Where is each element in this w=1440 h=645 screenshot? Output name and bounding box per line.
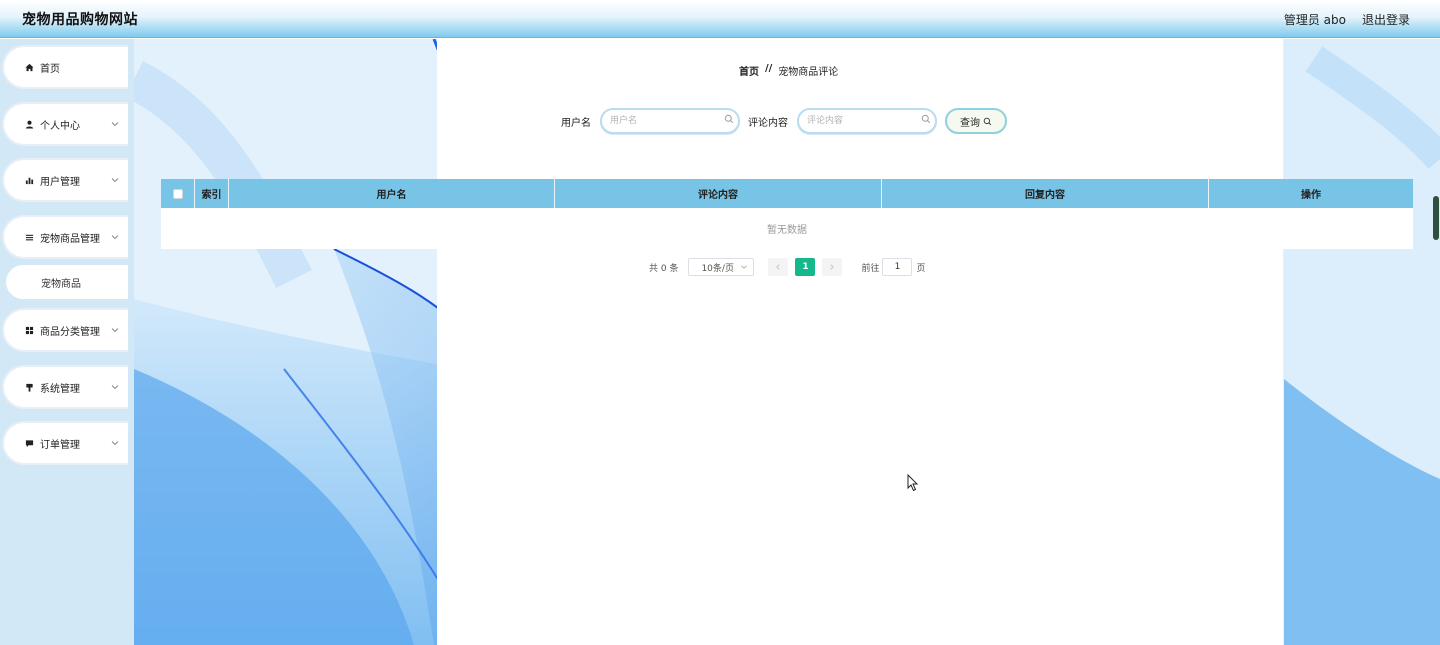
comment-label: 评论内容: [748, 118, 788, 129]
chevron-down-icon: [111, 122, 119, 127]
prev-page-button[interactable]: [768, 258, 789, 276]
page-size-select[interactable]: 10条/页: [688, 258, 755, 276]
logout-link[interactable]: 退出登录: [1362, 11, 1410, 28]
search-icon: [983, 117, 992, 125]
sidebar-item-user-management[interactable]: 用户管理: [2, 158, 128, 202]
search-icon: [921, 114, 931, 124]
column-header-index: 索引: [195, 179, 229, 208]
current-user-label[interactable]: 管理员 abo: [1284, 11, 1346, 28]
column-header-comment: 评论内容: [555, 179, 882, 208]
sidebar-item-label: 首页: [40, 63, 60, 75]
mouse-cursor-icon: [907, 474, 919, 492]
comments-table: 索引 用户名 评论内容 回复内容 操作 暂无数据: [161, 179, 1413, 249]
column-header-actions: 操作: [1301, 190, 1321, 201]
select-all-cell: [161, 179, 195, 208]
chevron-down-icon: [111, 441, 119, 446]
column-header-username: 用户名: [229, 179, 555, 208]
sidebar-item-label: 个人中心: [40, 120, 80, 132]
chevron-down-icon: [111, 235, 119, 240]
home-icon: [24, 62, 34, 72]
query-button[interactable]: 查询: [945, 108, 1007, 134]
sidebar-item-label: 宠物商品管理: [40, 233, 100, 245]
search-icon: [724, 114, 734, 124]
sidebar-item-home[interactable]: 首页: [2, 45, 128, 89]
chevron-down-icon: [111, 178, 119, 183]
chevron-down-icon: [111, 385, 119, 390]
bar-chart-icon: [24, 175, 34, 185]
top-bar: 宠物用品购物网站 管理员 abo 退出登录: [0, 0, 1440, 38]
sidebar-item-category-management[interactable]: 商品分类管理: [2, 308, 128, 352]
next-page-button[interactable]: [822, 258, 843, 276]
page-number-current[interactable]: 1: [795, 258, 816, 276]
username-label: 用户名: [561, 118, 591, 129]
comment-search-input[interactable]: [797, 108, 937, 134]
sidebar-subitem-pet-products[interactable]: 宠物商品: [6, 265, 128, 299]
user-icon: [24, 119, 34, 129]
scrollbar-thumb[interactable]: [1433, 196, 1439, 240]
sidebar-item-label: 用户管理: [40, 176, 80, 188]
top-right-nav: 管理员 abo 退出登录: [1284, 11, 1410, 28]
sidebar-item-personal-center[interactable]: 个人中心: [2, 102, 128, 146]
goto-label: 前往: [861, 263, 880, 274]
chevron-right-icon: [830, 264, 835, 270]
query-button-label: 查询: [960, 117, 980, 129]
sidebar-item-label: 系统管理: [40, 383, 80, 395]
chevron-down-icon: [111, 328, 119, 333]
goto-page-input[interactable]: [882, 258, 913, 276]
username-search-input[interactable]: [600, 108, 740, 134]
sidebar-item-label: 订单管理: [40, 439, 80, 451]
pagination: 共 0 条 10条/页 1 前往 页: [649, 258, 925, 276]
chevron-left-icon: [776, 264, 780, 270]
page-suffix-label: 页: [916, 263, 926, 274]
grid-icon: [24, 325, 34, 335]
pagination-total: 共 0 条: [649, 263, 679, 274]
sidebar-subitem-label: 宠物商品: [41, 278, 81, 290]
column-header-reply: 回复内容: [882, 179, 1209, 208]
sidebar-item-system-management[interactable]: 系统管理: [2, 365, 128, 409]
breadcrumb-home[interactable]: 首页: [739, 63, 759, 78]
breadcrumb: 首页 // 宠物商品评论: [739, 63, 838, 78]
pin-icon: [24, 382, 34, 392]
sidebar-item-pet-product-management[interactable]: 宠物商品管理: [2, 215, 128, 259]
empty-data-text: 暂无数据: [767, 225, 807, 236]
sidebar-item-order-management[interactable]: 订单管理: [2, 421, 128, 465]
table-header: 索引 用户名 评论内容 回复内容 操作: [161, 179, 1413, 208]
chevron-down-icon: [741, 265, 748, 269]
site-title: 宠物用品购物网站: [22, 12, 138, 28]
select-all-checkbox[interactable]: [172, 188, 183, 199]
breadcrumb-separator: //: [765, 63, 773, 74]
list-icon: [24, 232, 34, 242]
page-size-value: 10条/页: [701, 263, 734, 274]
message-icon: [24, 438, 34, 448]
sidebar-item-label: 商品分类管理: [40, 326, 100, 338]
breadcrumb-current: 宠物商品评论: [778, 67, 839, 78]
